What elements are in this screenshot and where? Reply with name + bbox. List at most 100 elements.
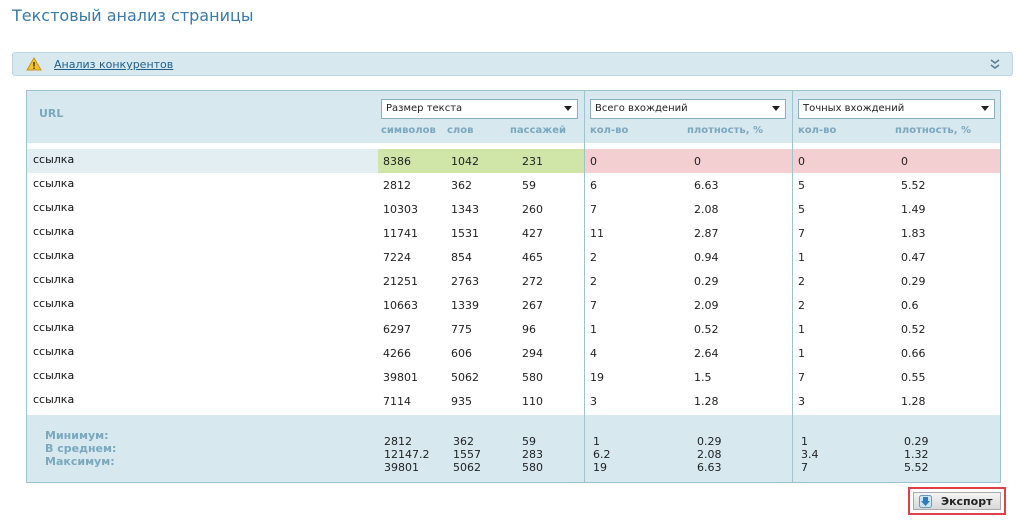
cell-symbols: 21251 (383, 275, 418, 288)
summary-label-max: Максимум: (45, 455, 115, 468)
url-link[interactable]: ссылка (33, 201, 74, 214)
cell-passages: 231 (522, 155, 543, 168)
cell-exact-count: 1 (798, 347, 805, 360)
cell-total-density: 2.64 (694, 347, 719, 360)
dropdown-arrow-icon (981, 106, 989, 111)
cell-symbols: 2812 (383, 179, 411, 192)
cell-exact-density: 1.49 (901, 203, 926, 216)
table-row: ссылка 8386 1042 231 0 0 0 0 (27, 149, 1000, 173)
cell-exact-density: 1.28 (901, 395, 926, 408)
summary-value: 2812 (384, 435, 412, 448)
cell-words: 362 (451, 179, 472, 192)
cell-total-count: 2 (590, 275, 597, 288)
cell-total-density: 2.09 (694, 299, 719, 312)
cell-symbols: 11741 (383, 227, 418, 240)
text-size-select[interactable]: Размер текста (381, 99, 578, 119)
summary-value: 12147.2 (384, 448, 430, 461)
summary-words: 362 1557 5062 (453, 435, 481, 474)
cell-passages: 427 (522, 227, 543, 240)
subheader-exact-density: плотность, % (895, 125, 972, 136)
cell-passages: 110 (522, 395, 543, 408)
cell-words: 854 (451, 251, 472, 264)
cell-passages: 465 (522, 251, 543, 264)
url-link[interactable]: ссылка (33, 249, 74, 262)
summary-value: 1 (593, 435, 600, 448)
cell-words: 1343 (451, 203, 479, 216)
column-divider (792, 91, 793, 482)
summary-footer: Минимум: В среднем: Максимум: 2812 12147… (27, 415, 1000, 482)
table-row: ссылка 10303 1343 260 7 2.08 5 1.49 (27, 197, 1000, 221)
cell-total-density: 0.52 (694, 323, 719, 336)
summary-value: 1.32 (904, 448, 929, 461)
url-link[interactable]: ссылка (33, 273, 74, 286)
export-button[interactable]: Экспорт (913, 492, 1001, 510)
summary-value: 362 (453, 435, 474, 448)
summary-value: 283 (522, 448, 543, 461)
cell-exact-count: 2 (798, 299, 805, 312)
table-row: ссылка 7224 854 465 2 0.94 1 0.47 (27, 245, 1000, 269)
url-link[interactable]: ссылка (33, 393, 74, 406)
double-chevron-icon[interactable] (989, 57, 1001, 71)
summary-value: 59 (522, 435, 536, 448)
cell-total-count: 3 (590, 395, 597, 408)
cell-exact-density: 0.66 (901, 347, 926, 360)
cell-exact-count: 3 (798, 395, 805, 408)
url-link[interactable]: ссылка (33, 225, 74, 238)
summary-value: 6.63 (697, 461, 722, 474)
cell-total-density: 1.28 (694, 395, 719, 408)
url-link[interactable]: ссылка (33, 177, 74, 190)
total-occurrences-select[interactable]: Всего вхождений (590, 99, 786, 119)
url-link[interactable]: ссылка (33, 369, 74, 382)
page-title: Текстовый анализ страницы (12, 6, 254, 25)
column-divider (584, 91, 585, 482)
cell-total-density: 6.63 (694, 179, 719, 192)
cell-total-density: 2.87 (694, 227, 719, 240)
cell-exact-density: 0.55 (901, 371, 926, 384)
cell-total-count: 2 (590, 251, 597, 264)
cell-words: 5062 (451, 371, 479, 384)
summary-value: 0.29 (697, 435, 722, 448)
url-link[interactable]: ссылка (33, 153, 74, 166)
cell-exact-count: 7 (798, 371, 805, 384)
cell-exact-density: 0.29 (901, 275, 926, 288)
cell-exact-density: 5.52 (901, 179, 926, 192)
subheader-symbols: символов (381, 125, 436, 136)
subheader-total-count: кол-во (590, 125, 629, 136)
summary-value: 2.08 (697, 448, 722, 461)
competitors-panel[interactable]: Анализ конкурентов (12, 52, 1013, 76)
cell-total-count: 19 (590, 371, 604, 384)
cell-total-count: 0 (590, 155, 597, 168)
summary-value: 580 (522, 461, 543, 474)
exact-occurrences-select[interactable]: Точных вхождений (798, 99, 995, 119)
url-link[interactable]: ссылка (33, 345, 74, 358)
summary-value: 0.29 (904, 435, 929, 448)
cell-total-count: 7 (590, 203, 597, 216)
summary-value: 7 (801, 461, 808, 474)
cell-words: 1042 (451, 155, 479, 168)
cell-symbols: 4266 (383, 347, 411, 360)
cell-exact-density: 0.52 (901, 323, 926, 336)
summary-value: 19 (593, 461, 607, 474)
summary-symbols: 2812 12147.2 39801 (384, 435, 430, 474)
cell-exact-density: 0.47 (901, 251, 926, 264)
subheader-words: слов (447, 125, 474, 136)
url-link[interactable]: ссылка (33, 321, 74, 334)
cell-symbols: 10663 (383, 299, 418, 312)
cell-symbols: 8386 (383, 155, 411, 168)
cell-exact-count: 0 (798, 155, 805, 168)
cell-words: 1339 (451, 299, 479, 312)
competitors-analysis-link[interactable]: Анализ конкурентов (54, 58, 173, 71)
cell-exact-density: 0 (901, 155, 908, 168)
cell-passages: 260 (522, 203, 543, 216)
cell-passages: 272 (522, 275, 543, 288)
cell-words: 606 (451, 347, 472, 360)
summary-passages: 59 283 580 (522, 435, 543, 474)
summary-total-density: 0.29 2.08 6.63 (697, 435, 722, 474)
cell-total-density: 0.94 (694, 251, 719, 264)
cell-symbols: 7114 (383, 395, 411, 408)
subheader-total-density: плотность, % (687, 125, 764, 136)
url-link[interactable]: ссылка (33, 297, 74, 310)
summary-exact-count: 1 3.4 7 (801, 435, 819, 474)
summary-value: 1 (801, 435, 808, 448)
total-occurrences-select-value: Всего вхождений (595, 103, 688, 114)
